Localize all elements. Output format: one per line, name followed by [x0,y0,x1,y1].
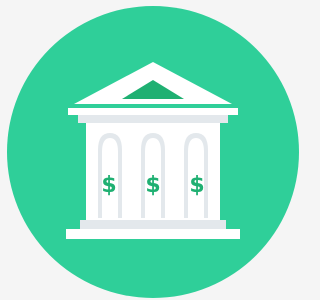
bank-step-upper [80,220,226,229]
bank-icon: $ $ $ [7,6,299,298]
bank-illustration: $ $ $ [0,0,305,300]
dollar-sign-1: $ [101,173,116,198]
bank-entablature [78,115,228,123]
roof-base [68,108,238,115]
bank-step-lower [66,229,240,239]
dollar-sign-2: $ [145,173,160,198]
dollar-sign-3: $ [189,173,204,198]
